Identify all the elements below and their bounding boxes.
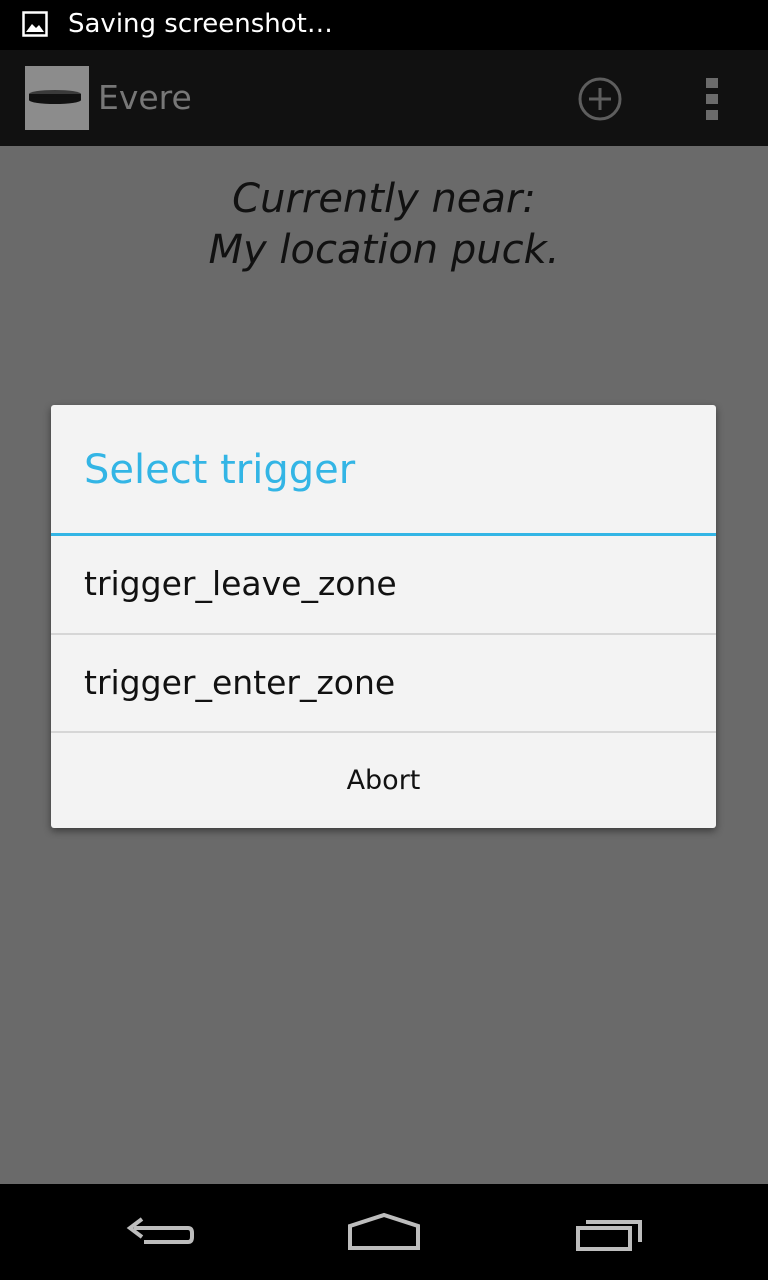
option-trigger-enter-zone[interactable]: trigger_enter_zone [51,635,716,732]
add-button[interactable] [572,72,628,126]
dialog-title: Select trigger [84,447,356,493]
home-button[interactable] [344,1202,424,1262]
image-icon [22,11,48,37]
recents-icon [576,1220,642,1251]
option-label: trigger_leave_zone [84,564,397,603]
select-trigger-dialog: Select trigger trigger_leave_zone trigge… [51,405,716,828]
option-label: trigger_enter_zone [84,663,396,702]
currently-near-label: Currently near: [232,176,536,222]
overflow-menu-button[interactable] [696,74,728,124]
overflow-menu-icon [706,78,718,88]
home-icon [348,1212,420,1250]
recents-button[interactable] [570,1202,650,1262]
add-circle-icon [578,77,622,121]
screen: Saving screenshot… Evere Currently near:… [0,0,768,1280]
status-notification-text: Saving screenshot… [68,9,333,39]
app-title: Evere [98,78,192,117]
status-bar: Saving screenshot… [0,0,768,50]
currently-near-value: My location puck. [208,227,560,273]
abort-button[interactable]: Abort [51,733,716,828]
puck-icon[interactable] [25,66,89,130]
overflow-dot [706,94,718,104]
navigation-bar [0,1184,768,1280]
option-trigger-leave-zone[interactable]: trigger_leave_zone [51,536,716,633]
action-bar: Evere [0,50,768,146]
overflow-dot [706,110,718,120]
back-icon [126,1217,194,1244]
back-button[interactable] [120,1202,200,1262]
